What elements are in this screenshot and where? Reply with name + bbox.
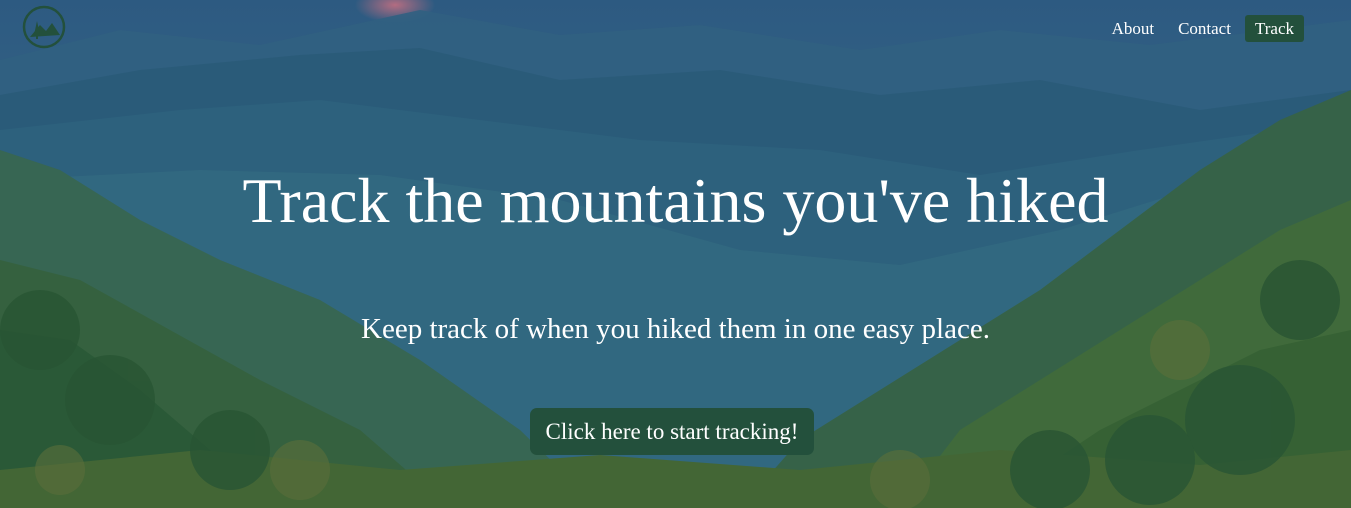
- top-nav: About Contact Track: [1102, 15, 1304, 42]
- hero-subheadline: Keep track of when you hiked them in one…: [361, 313, 990, 345]
- start-tracking-button[interactable]: Click here to start tracking!: [530, 408, 814, 455]
- mountain-tree-logo-icon[interactable]: [22, 5, 66, 49]
- hero-section: About Contact Track Track the mountains …: [0, 0, 1351, 508]
- nav-contact-link[interactable]: Contact: [1168, 15, 1241, 42]
- hero-headline: Track the mountains you've hiked: [242, 165, 1109, 236]
- nav-about-link[interactable]: About: [1102, 15, 1165, 42]
- nav-track-link[interactable]: Track: [1244, 15, 1304, 42]
